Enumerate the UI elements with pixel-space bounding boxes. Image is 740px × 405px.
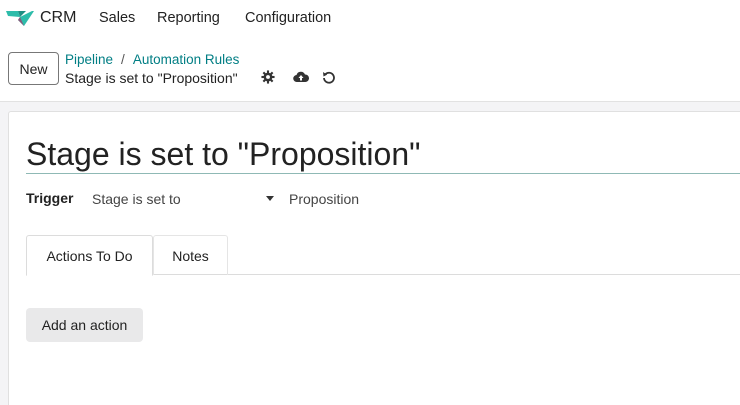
crm-logo-icon[interactable] xyxy=(6,8,34,28)
trigger-select-value: Stage is set to xyxy=(92,191,181,207)
add-action-button[interactable]: Add an action xyxy=(26,308,143,342)
trigger-select[interactable]: Stage is set to xyxy=(92,188,274,210)
chevron-down-icon xyxy=(266,196,274,201)
form-sheet: Stage is set to "Proposition" Trigger St… xyxy=(8,111,740,405)
menu-configuration[interactable]: Configuration xyxy=(245,10,331,26)
new-button[interactable]: New xyxy=(8,52,59,85)
record-title: Stage is set to "Proposition" xyxy=(65,70,238,86)
breadcrumb-automation-rules[interactable]: Automation Rules xyxy=(133,52,240,67)
breadcrumb-separator: / xyxy=(121,52,125,67)
notebook-tabs: Actions To Do Notes xyxy=(26,235,740,276)
discard-icon[interactable] xyxy=(321,69,337,85)
gear-icon[interactable] xyxy=(260,69,276,85)
app-name[interactable]: CRM xyxy=(40,9,76,27)
top-navbar: CRM Sales Reporting Configuration xyxy=(0,0,740,38)
tab-actions-to-do[interactable]: Actions To Do xyxy=(26,235,153,276)
trigger-label: Trigger xyxy=(26,190,74,206)
rule-name-input[interactable]: Stage is set to "Proposition" xyxy=(26,134,740,174)
menu-sales[interactable]: Sales xyxy=(99,10,135,26)
tab-notes[interactable]: Notes xyxy=(153,235,228,275)
trigger-stage-field[interactable]: Proposition xyxy=(289,188,359,210)
breadcrumb: Pipeline / Automation Rules xyxy=(65,52,239,67)
control-panel: New Pipeline / Automation Rules Stage is… xyxy=(0,38,740,102)
menu-reporting[interactable]: Reporting xyxy=(157,10,220,26)
breadcrumb-pipeline[interactable]: Pipeline xyxy=(65,52,113,67)
cloud-upload-icon[interactable] xyxy=(293,69,309,85)
